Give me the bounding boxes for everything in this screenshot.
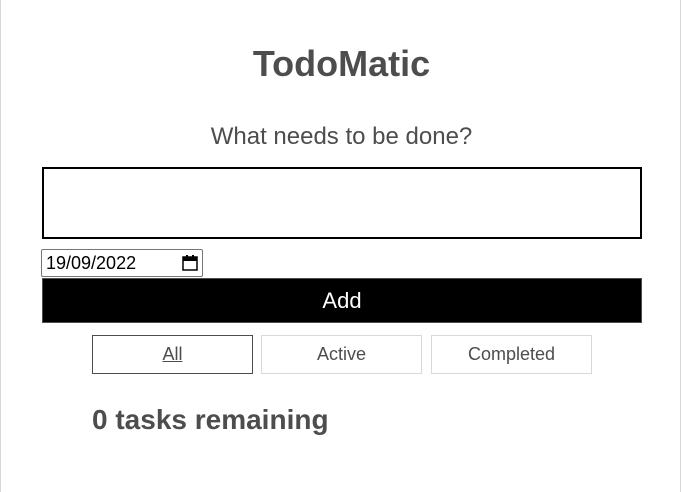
filter-all-button[interactable]: All bbox=[92, 335, 253, 374]
todo-app: TodoMatic What needs to be done? 19/09/2… bbox=[0, 0, 681, 492]
filter-active-label: Active bbox=[316, 344, 367, 364]
filter-all-label: All bbox=[162, 344, 183, 364]
new-todo-input[interactable] bbox=[42, 167, 642, 239]
filter-completed-button[interactable]: Completed bbox=[431, 335, 592, 374]
date-value: 19/09/2022 bbox=[46, 252, 137, 273]
calendar-icon[interactable] bbox=[182, 255, 198, 271]
add-button[interactable]: Add bbox=[42, 278, 642, 323]
new-todo-label: What needs to be done? bbox=[210, 123, 473, 150]
filter-completed-label: Completed bbox=[467, 344, 556, 364]
date-input[interactable]: 19/09/2022 bbox=[41, 249, 203, 277]
filter-active-button[interactable]: Active bbox=[261, 335, 422, 374]
app-title: TodoMatic bbox=[252, 43, 431, 84]
tasks-remaining-heading: 0 tasks remaining bbox=[92, 404, 329, 435]
